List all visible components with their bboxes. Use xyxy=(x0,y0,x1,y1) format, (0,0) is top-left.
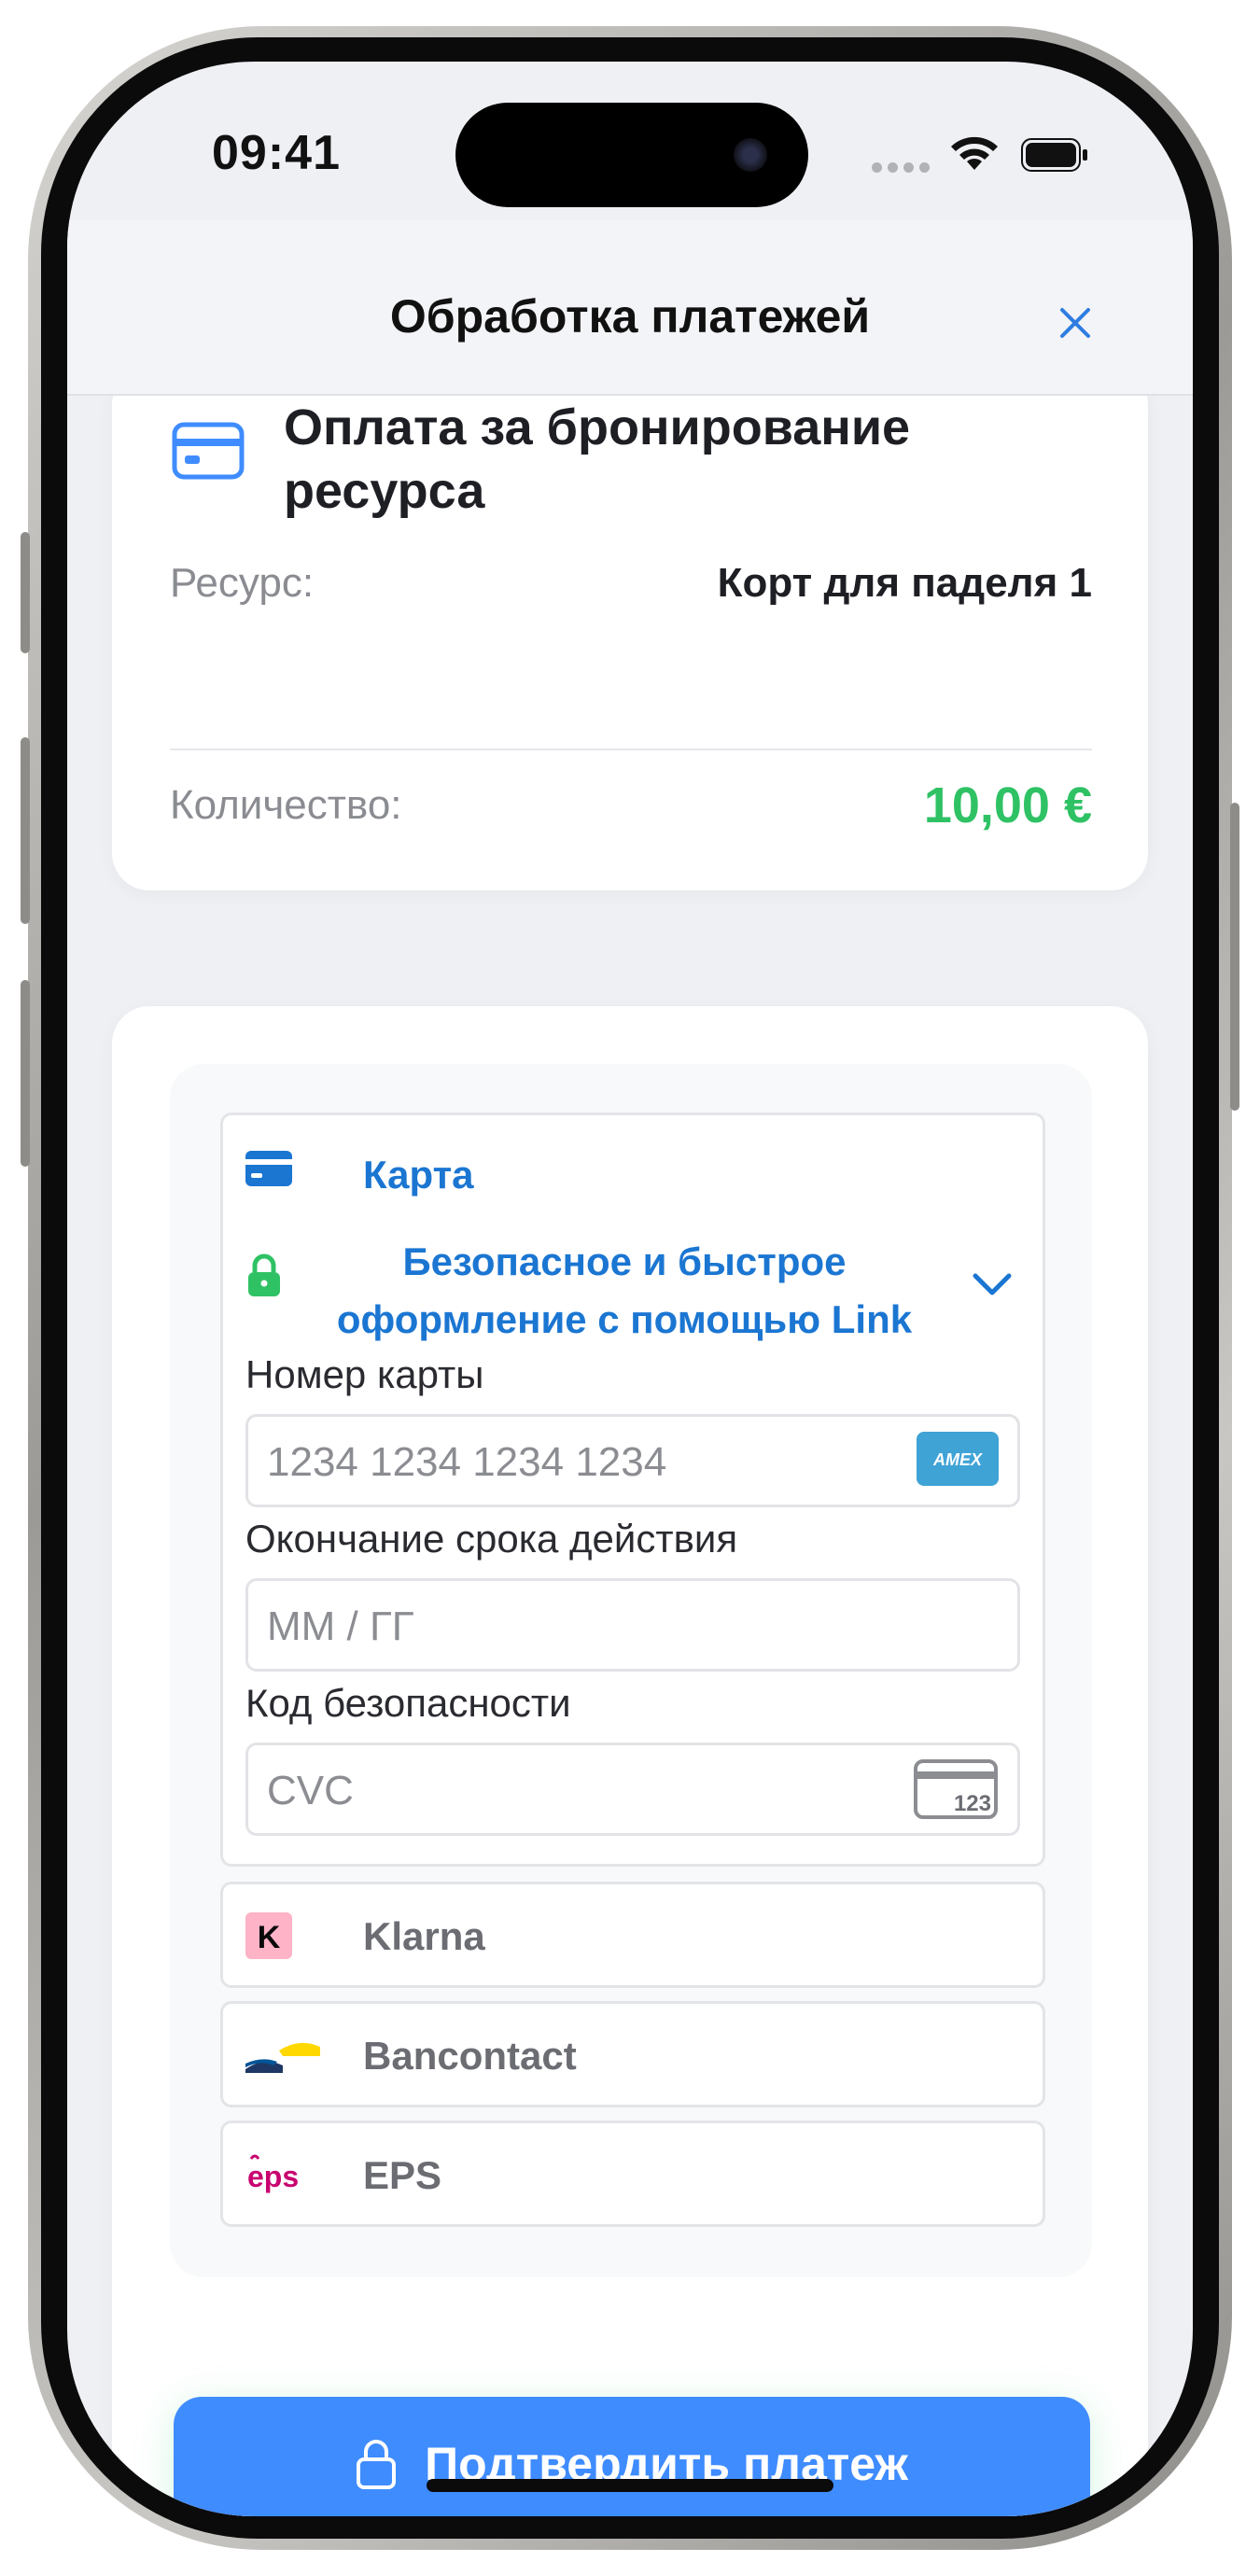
camera-icon xyxy=(734,138,767,172)
content-scroll[interactable]: Оплата за бронирование ресурса Ресурс: К… xyxy=(67,396,1193,2516)
payment-element: Карта Безопасное и быстрое оформление с … xyxy=(170,1064,1092,2277)
close-icon[interactable] xyxy=(1053,301,1098,345)
cvc-card-icon: 123 xyxy=(914,1759,998,1819)
confirm-payment-button[interactable]: Подтвердить платеж xyxy=(174,2397,1090,2516)
cvc-field[interactable]: CVC 123 xyxy=(245,1743,1020,1836)
page-title: Обработка платежей xyxy=(389,290,871,343)
card-number-placeholder: 1234 1234 1234 1234 xyxy=(267,1439,667,1485)
credit-card-icon xyxy=(172,422,245,480)
resource-value: Корт для паделя 1 xyxy=(717,560,1092,606)
amex-brand-text: AMEX xyxy=(932,1450,983,1469)
action-button xyxy=(21,532,30,653)
quantity-label: Количество: xyxy=(170,782,402,828)
quantity-row: Количество: 10,00 € xyxy=(170,777,1092,834)
amex-icon: AMEX xyxy=(917,1432,999,1486)
expiry-placeholder: ММ / ГГ xyxy=(267,1603,414,1649)
cvc-icon-text: 123 xyxy=(954,1791,991,1816)
expiry-field[interactable]: ММ / ГГ xyxy=(245,1578,1020,1672)
eps-label: EPS xyxy=(363,2153,442,2197)
summary-title: Оплата за бронирование ресурса xyxy=(284,399,911,519)
klarna-payment-method[interactable]: K Klarna xyxy=(220,1882,1045,1988)
card-payment-method[interactable]: Карта Безопасное и быстрое оформление с … xyxy=(220,1113,1045,1867)
power-button xyxy=(1230,803,1239,1111)
bancontact-payment-method[interactable]: Bancontact xyxy=(220,2001,1045,2107)
eps-badge-text: eps xyxy=(247,2160,299,2193)
klarna-icon: K xyxy=(245,1912,292,1959)
screen: 09:41 Обработка платежей Оплата за брони… xyxy=(67,62,1193,2516)
booking-summary-card: Оплата за бронирование ресурса Ресурс: К… xyxy=(112,396,1148,890)
volume-up-button xyxy=(21,737,30,924)
battery-icon xyxy=(1021,138,1087,172)
card-icon xyxy=(245,1151,292,1186)
lock-icon xyxy=(248,1253,280,1296)
dynamic-island xyxy=(455,103,808,207)
payment-card: Карта Безопасное и быстрое оформление с … xyxy=(112,1006,1148,2516)
card-number-field[interactable]: 1234 1234 1234 1234 AMEX xyxy=(245,1414,1020,1507)
klarna-label: Klarna xyxy=(363,1914,485,1958)
eps-icon: eps xyxy=(247,2154,299,2193)
bancontact-icon xyxy=(245,2042,320,2073)
resource-row: Ресурс: Корт для паделя 1 xyxy=(170,560,1092,607)
lock-icon xyxy=(357,2440,397,2489)
divider xyxy=(170,749,1092,750)
chevron-down-icon[interactable] xyxy=(970,1268,1015,1300)
card-method-label: Карта xyxy=(363,1153,474,1197)
eps-payment-method[interactable]: eps EPS xyxy=(220,2121,1045,2227)
bancontact-label: Bancontact xyxy=(363,2034,577,2078)
klarna-badge-text: K xyxy=(258,1920,281,1955)
header: Обработка платежей xyxy=(67,220,1193,394)
wifi-icon xyxy=(951,136,998,170)
card-number-label: Номер карты xyxy=(245,1352,484,1396)
status-time: 09:41 xyxy=(212,126,341,180)
cvc-placeholder: CVC xyxy=(267,1768,354,1813)
volume-down-button xyxy=(21,980,30,1167)
cvc-label: Код безопасности xyxy=(245,1681,571,1725)
expiry-label: Окончание срока действия xyxy=(245,1517,738,1561)
home-indicator xyxy=(427,2479,833,2492)
amount-value: 10,00 € xyxy=(923,777,1092,833)
signal-icon xyxy=(872,162,930,173)
link-checkout-text[interactable]: Безопасное и быстрое оформление с помощь… xyxy=(316,1233,932,1349)
resource-label: Ресурс: xyxy=(170,560,315,606)
status-bar: 09:41 xyxy=(67,62,1193,220)
